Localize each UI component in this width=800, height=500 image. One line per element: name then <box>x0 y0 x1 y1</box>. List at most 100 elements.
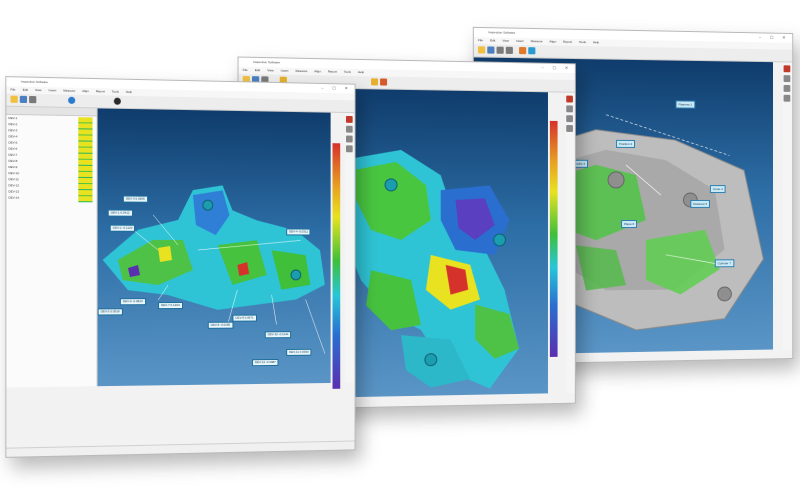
deviation-label[interactable]: DEV-8 -0.0250 <box>207 321 234 329</box>
rotate-icon[interactable] <box>783 75 791 83</box>
fit-icon[interactable] <box>566 125 573 132</box>
rotate-icon[interactable] <box>566 105 573 113</box>
callout-circle[interactable]: Circle 4 <box>709 185 726 194</box>
align-icon[interactable] <box>528 47 536 55</box>
table-row[interactable]: DEV-12 <box>8 183 19 188</box>
deviation-label[interactable]: DEV-1 0.0412 <box>107 209 133 217</box>
open-icon[interactable] <box>477 46 486 54</box>
menu-tools[interactable]: Tools <box>344 70 351 74</box>
zoom-icon[interactable] <box>566 95 573 103</box>
fit-icon[interactable] <box>345 145 353 153</box>
open-icon[interactable] <box>10 95 18 103</box>
left-screen-window: Inspection Software – ▢ ✕ File Edit View… <box>5 76 356 458</box>
menu-view[interactable]: View <box>502 39 509 43</box>
redo-icon[interactable] <box>505 46 513 54</box>
menu-edit[interactable]: Edit <box>255 68 260 72</box>
pan-icon[interactable] <box>566 115 573 123</box>
deviation-label[interactable]: DEV-10 -0.0144 <box>264 331 292 339</box>
window-controls[interactable]: – ▢ ✕ <box>542 65 572 71</box>
table-row[interactable]: DEV-11 <box>8 177 18 182</box>
deviation-label[interactable]: DEV-4 -0.0311 <box>286 228 311 236</box>
table-row[interactable]: DEV-6 <box>8 147 17 152</box>
middle-color-scale <box>549 120 558 357</box>
deviation-label[interactable]: DEV-5 0.0518 <box>97 308 123 316</box>
measure-icon[interactable] <box>519 46 527 55</box>
left-color-scale <box>332 143 341 389</box>
save-icon[interactable] <box>19 95 28 104</box>
fit-icon[interactable] <box>783 94 791 102</box>
left-side-toolbar <box>345 112 355 383</box>
callout-distance[interactable]: Distance 5 <box>690 199 711 208</box>
menu-file[interactable]: File <box>478 38 483 42</box>
deviation-label[interactable]: DEV-11 0.0390 <box>286 348 312 356</box>
save-icon[interactable] <box>487 46 495 54</box>
deviation-label[interactable]: DEV-6 -0.0823 <box>119 298 146 306</box>
table-header <box>6 106 97 117</box>
deviation-label[interactable]: DEV-2 -0.1120 <box>109 224 136 232</box>
feature-table-panel: DEV-1 DEV-2 DEV-3 DEV-4 DEV-5 DEV-6 DEV-… <box>6 106 98 388</box>
report-icon[interactable] <box>380 78 388 86</box>
menu-edit[interactable]: Edit <box>23 88 28 92</box>
left-status-bar <box>6 440 355 457</box>
record-icon[interactable] <box>113 97 121 105</box>
window-controls[interactable]: – ▢ ✕ <box>321 85 351 91</box>
callout-flatness[interactable]: Flatness 1 <box>675 100 696 109</box>
menu-view[interactable]: View <box>35 88 42 92</box>
menu-align[interactable]: Align <box>314 69 321 73</box>
deviation-label[interactable]: DEV-9 0.0671 <box>232 314 257 322</box>
table-row[interactable]: DEV-4 <box>8 134 17 139</box>
menu-view[interactable]: View <box>267 68 274 72</box>
menu-insert[interactable]: Insert <box>281 69 289 73</box>
undo-icon[interactable] <box>29 95 37 104</box>
pan-icon[interactable] <box>345 135 353 143</box>
table-row[interactable]: DEV-5 <box>8 140 17 145</box>
callout-position[interactable]: Position 2 <box>616 139 636 148</box>
menu-insert[interactable]: Insert <box>516 39 524 43</box>
table-row[interactable]: DEV-10 <box>8 171 19 176</box>
menu-insert[interactable]: Insert <box>49 88 57 92</box>
menu-help[interactable]: Help <box>593 40 599 44</box>
table-row[interactable]: DEV-8 <box>8 159 17 164</box>
zoom-icon[interactable] <box>345 115 353 123</box>
deviation-label[interactable]: DEV-12 -0.0987 <box>252 358 279 367</box>
table-row[interactable]: DEV-2 <box>8 122 17 127</box>
annotated-part-model <box>102 184 331 386</box>
table-row[interactable]: DEV-13 <box>8 189 19 194</box>
menu-report[interactable]: Report <box>328 69 337 73</box>
undo-icon[interactable] <box>496 46 504 54</box>
callout-plane[interactable]: Plane 6 <box>621 219 638 229</box>
menu-edit[interactable]: Edit <box>490 38 495 42</box>
menu-align[interactable]: Align <box>82 89 89 93</box>
menu-file[interactable]: File <box>243 68 248 72</box>
menu-help[interactable]: Help <box>126 90 132 94</box>
middle-side-toolbar <box>565 92 575 394</box>
play-icon[interactable] <box>68 96 76 104</box>
deviation-label[interactable]: DEV-7 0.1204 <box>158 302 183 310</box>
menu-tools[interactable]: Tools <box>579 40 586 44</box>
table-row[interactable]: DEV-1 <box>8 116 17 121</box>
pan-icon[interactable] <box>783 84 791 92</box>
table-row[interactable]: DEV-9 <box>8 165 17 170</box>
left-3d-viewport[interactable]: DEV-1 0.0412 DEV-2 -0.1120 DEV-3 0.0905 … <box>97 108 331 387</box>
table-row[interactable]: DEV-7 <box>8 153 17 158</box>
right-side-toolbar <box>782 62 793 350</box>
zoom-icon[interactable] <box>783 65 791 73</box>
deviation-label[interactable]: DEV-3 0.0905 <box>122 195 148 203</box>
rotate-icon[interactable] <box>345 125 353 133</box>
menu-measure[interactable]: Measure <box>63 89 75 93</box>
window-controls[interactable]: – ▢ ✕ <box>759 34 789 39</box>
menu-help[interactable]: Help <box>358 70 364 74</box>
menu-report[interactable]: Report <box>563 40 572 44</box>
status-column <box>78 117 93 203</box>
table-row[interactable]: DEV-14 <box>8 196 19 201</box>
menu-tools[interactable]: Tools <box>112 90 119 94</box>
callout-cylinder[interactable]: Cylinder 7 <box>714 259 734 268</box>
menu-file[interactable]: File <box>10 87 15 91</box>
product-hero-image: Inspection Software – ▢ ✕ File Edit View… <box>0 0 800 500</box>
section-icon[interactable] <box>371 78 379 86</box>
menu-report[interactable]: Report <box>96 89 105 93</box>
menu-measure[interactable]: Measure <box>295 69 307 73</box>
menu-align[interactable]: Align <box>549 39 556 43</box>
table-row[interactable]: DEV-3 <box>8 128 17 133</box>
menu-measure[interactable]: Measure <box>531 39 543 43</box>
